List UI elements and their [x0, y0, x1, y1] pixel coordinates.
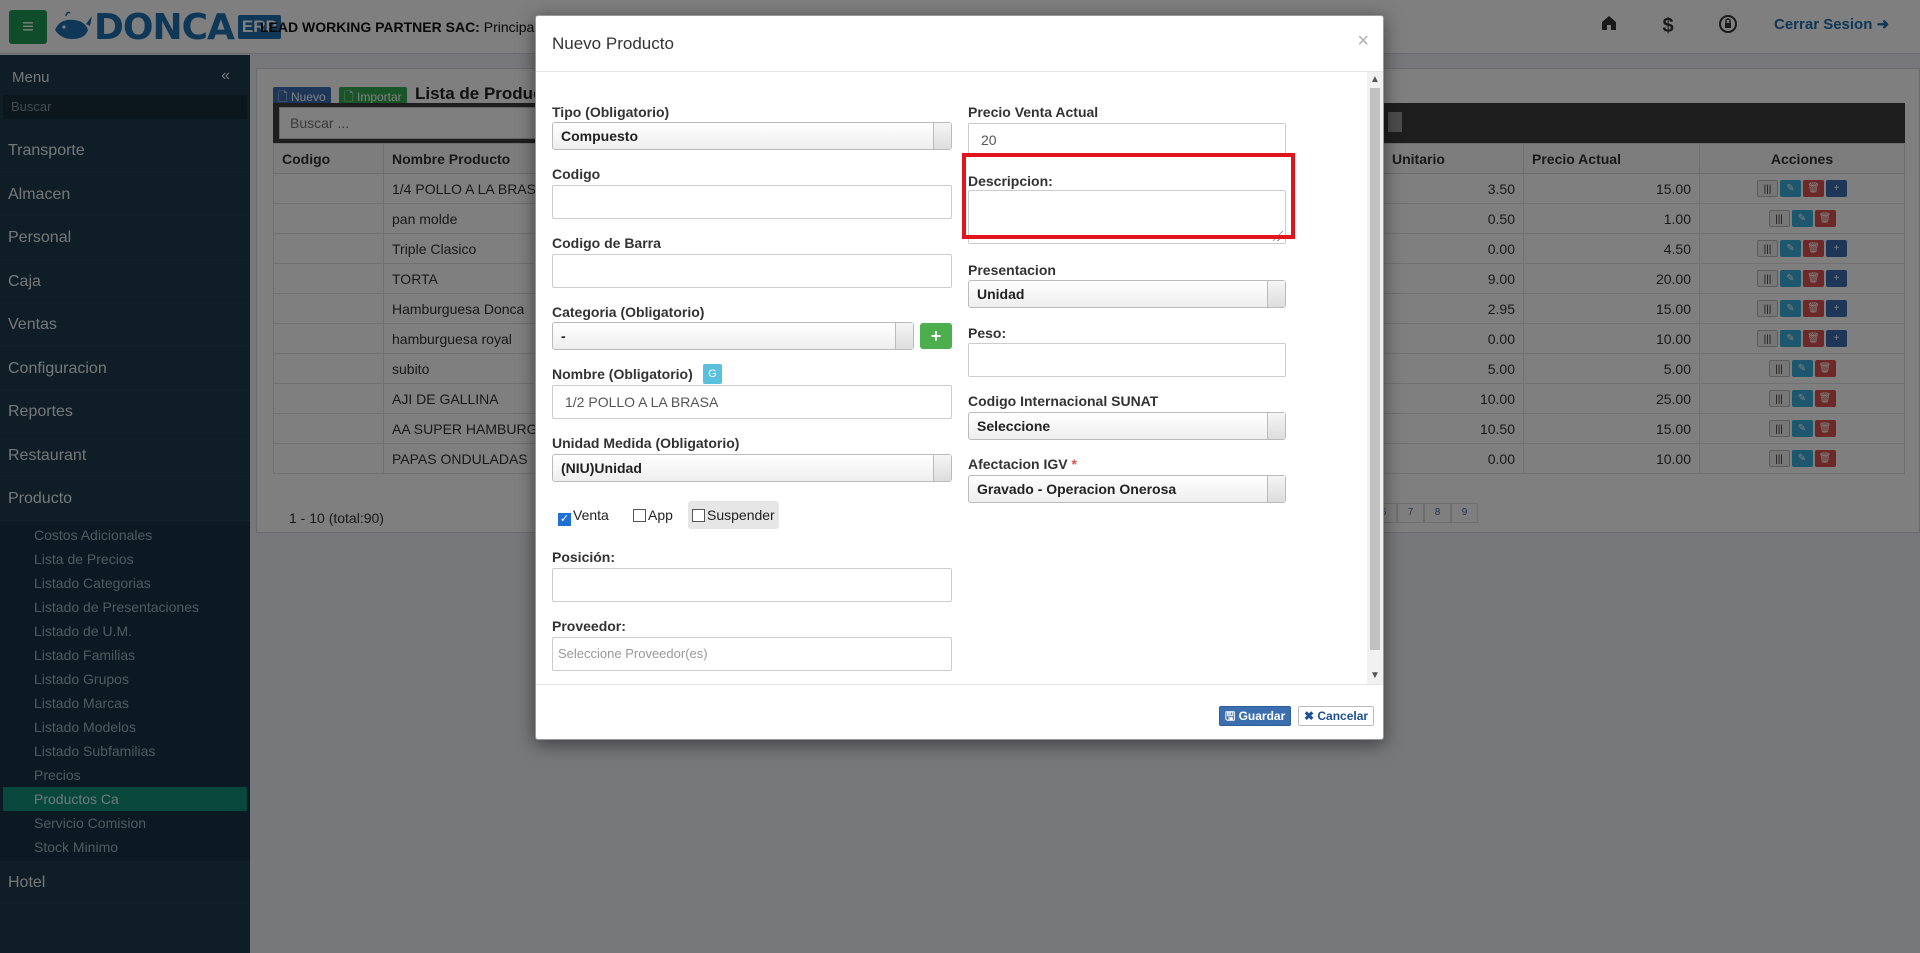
- modal-header: Nuevo Producto ×: [536, 16, 1383, 72]
- categoria-select[interactable]: -: [552, 322, 914, 350]
- chevron-down-icon: [933, 123, 951, 149]
- checkbox-empty-icon: [692, 509, 705, 522]
- close-icon[interactable]: ×: [1357, 30, 1369, 53]
- chevron-down-icon: [895, 323, 913, 349]
- modal-title: Nuevo Producto: [552, 34, 674, 53]
- presentacion-value: Unidad: [977, 286, 1025, 302]
- peso-input[interactable]: [968, 343, 1286, 377]
- modal-footer: 🖫 Guardar ✖ Cancelar: [536, 686, 1383, 741]
- generate-name-button[interactable]: G: [703, 364, 722, 384]
- chevron-down-icon: [1267, 476, 1285, 502]
- checkmark-icon: ✓: [558, 513, 571, 526]
- scrollbar-thumb[interactable]: [1370, 88, 1380, 650]
- categoria-label: Categoria (Obligatorio): [552, 304, 705, 320]
- highlight-box: [962, 153, 1295, 239]
- nombre-label: Nombre (Obligatorio): [552, 366, 693, 382]
- venta-label: Venta: [573, 507, 609, 523]
- sunat-label: Codigo Internacional SUNAT: [968, 393, 1159, 409]
- igv-select[interactable]: Gravado - Operacion Onerosa: [968, 475, 1286, 503]
- igv-label: Afectacion IGV *: [968, 456, 1077, 472]
- codigo-label: Codigo: [552, 166, 601, 182]
- nombre-input[interactable]: 1/2 POLLO A LA BRASA: [552, 385, 952, 419]
- unidad-label: Unidad Medida (Obligatorio): [552, 435, 740, 451]
- igv-label-text: Afectacion IGV: [968, 456, 1068, 472]
- cancel-label: Cancelar: [1317, 709, 1369, 723]
- tipo-value: Compuesto: [561, 128, 638, 144]
- posicion-input[interactable]: [552, 568, 952, 602]
- precio-label: Precio Venta Actual: [968, 104, 1099, 120]
- categoria-value: -: [561, 328, 566, 344]
- presentacion-select[interactable]: Unidad: [968, 280, 1286, 308]
- tipo-label: Tipo (Obligatorio): [552, 104, 670, 120]
- proveedor-input[interactable]: Seleccione Proveedor(es): [552, 637, 952, 671]
- precio-input[interactable]: 20: [968, 123, 1286, 157]
- sunat-value: Seleccione: [977, 418, 1051, 434]
- checkbox-empty-icon: [633, 509, 646, 522]
- save-label: Guardar: [1238, 709, 1286, 723]
- scroll-down-icon[interactable]: ▼: [1367, 668, 1383, 684]
- posicion-label: Posición:: [552, 549, 616, 565]
- igv-value: Gravado - Operacion Onerosa: [977, 481, 1177, 497]
- suspender-label: Suspender: [707, 507, 775, 523]
- new-product-modal: Nuevo Producto × Tipo (Obligatorio) Comp…: [535, 15, 1384, 740]
- add-category-button[interactable]: +: [920, 323, 952, 349]
- tipo-select[interactable]: Compuesto: [552, 122, 952, 150]
- codigo-input[interactable]: [552, 185, 952, 219]
- codigo-barra-label: Codigo de Barra: [552, 235, 661, 251]
- chevron-down-icon: [1267, 281, 1285, 307]
- venta-checkbox[interactable]: ✓ Venta: [554, 501, 613, 529]
- presentacion-label: Presentacion: [968, 262, 1056, 278]
- sunat-select[interactable]: Seleccione: [968, 412, 1286, 440]
- codigo-barra-input[interactable]: [552, 254, 952, 288]
- required-marker: *: [1071, 456, 1077, 472]
- app-checkbox[interactable]: App: [629, 501, 677, 529]
- chevron-down-icon: [933, 455, 951, 481]
- unidad-value: (NIU)Unidad: [561, 460, 642, 476]
- suspender-checkbox[interactable]: Suspender: [688, 501, 779, 529]
- scroll-up-icon[interactable]: ▲: [1367, 72, 1383, 88]
- proveedor-label: Proveedor:: [552, 618, 626, 634]
- chevron-down-icon: [1267, 413, 1285, 439]
- modal-scrollbar[interactable]: ▲ ▼: [1367, 72, 1383, 684]
- unidad-select[interactable]: (NIU)Unidad: [552, 454, 952, 482]
- app-label: App: [648, 507, 673, 523]
- save-button[interactable]: 🖫 Guardar: [1219, 706, 1292, 726]
- peso-label: Peso:: [968, 325, 1007, 341]
- cancel-button[interactable]: ✖ Cancelar: [1298, 706, 1375, 726]
